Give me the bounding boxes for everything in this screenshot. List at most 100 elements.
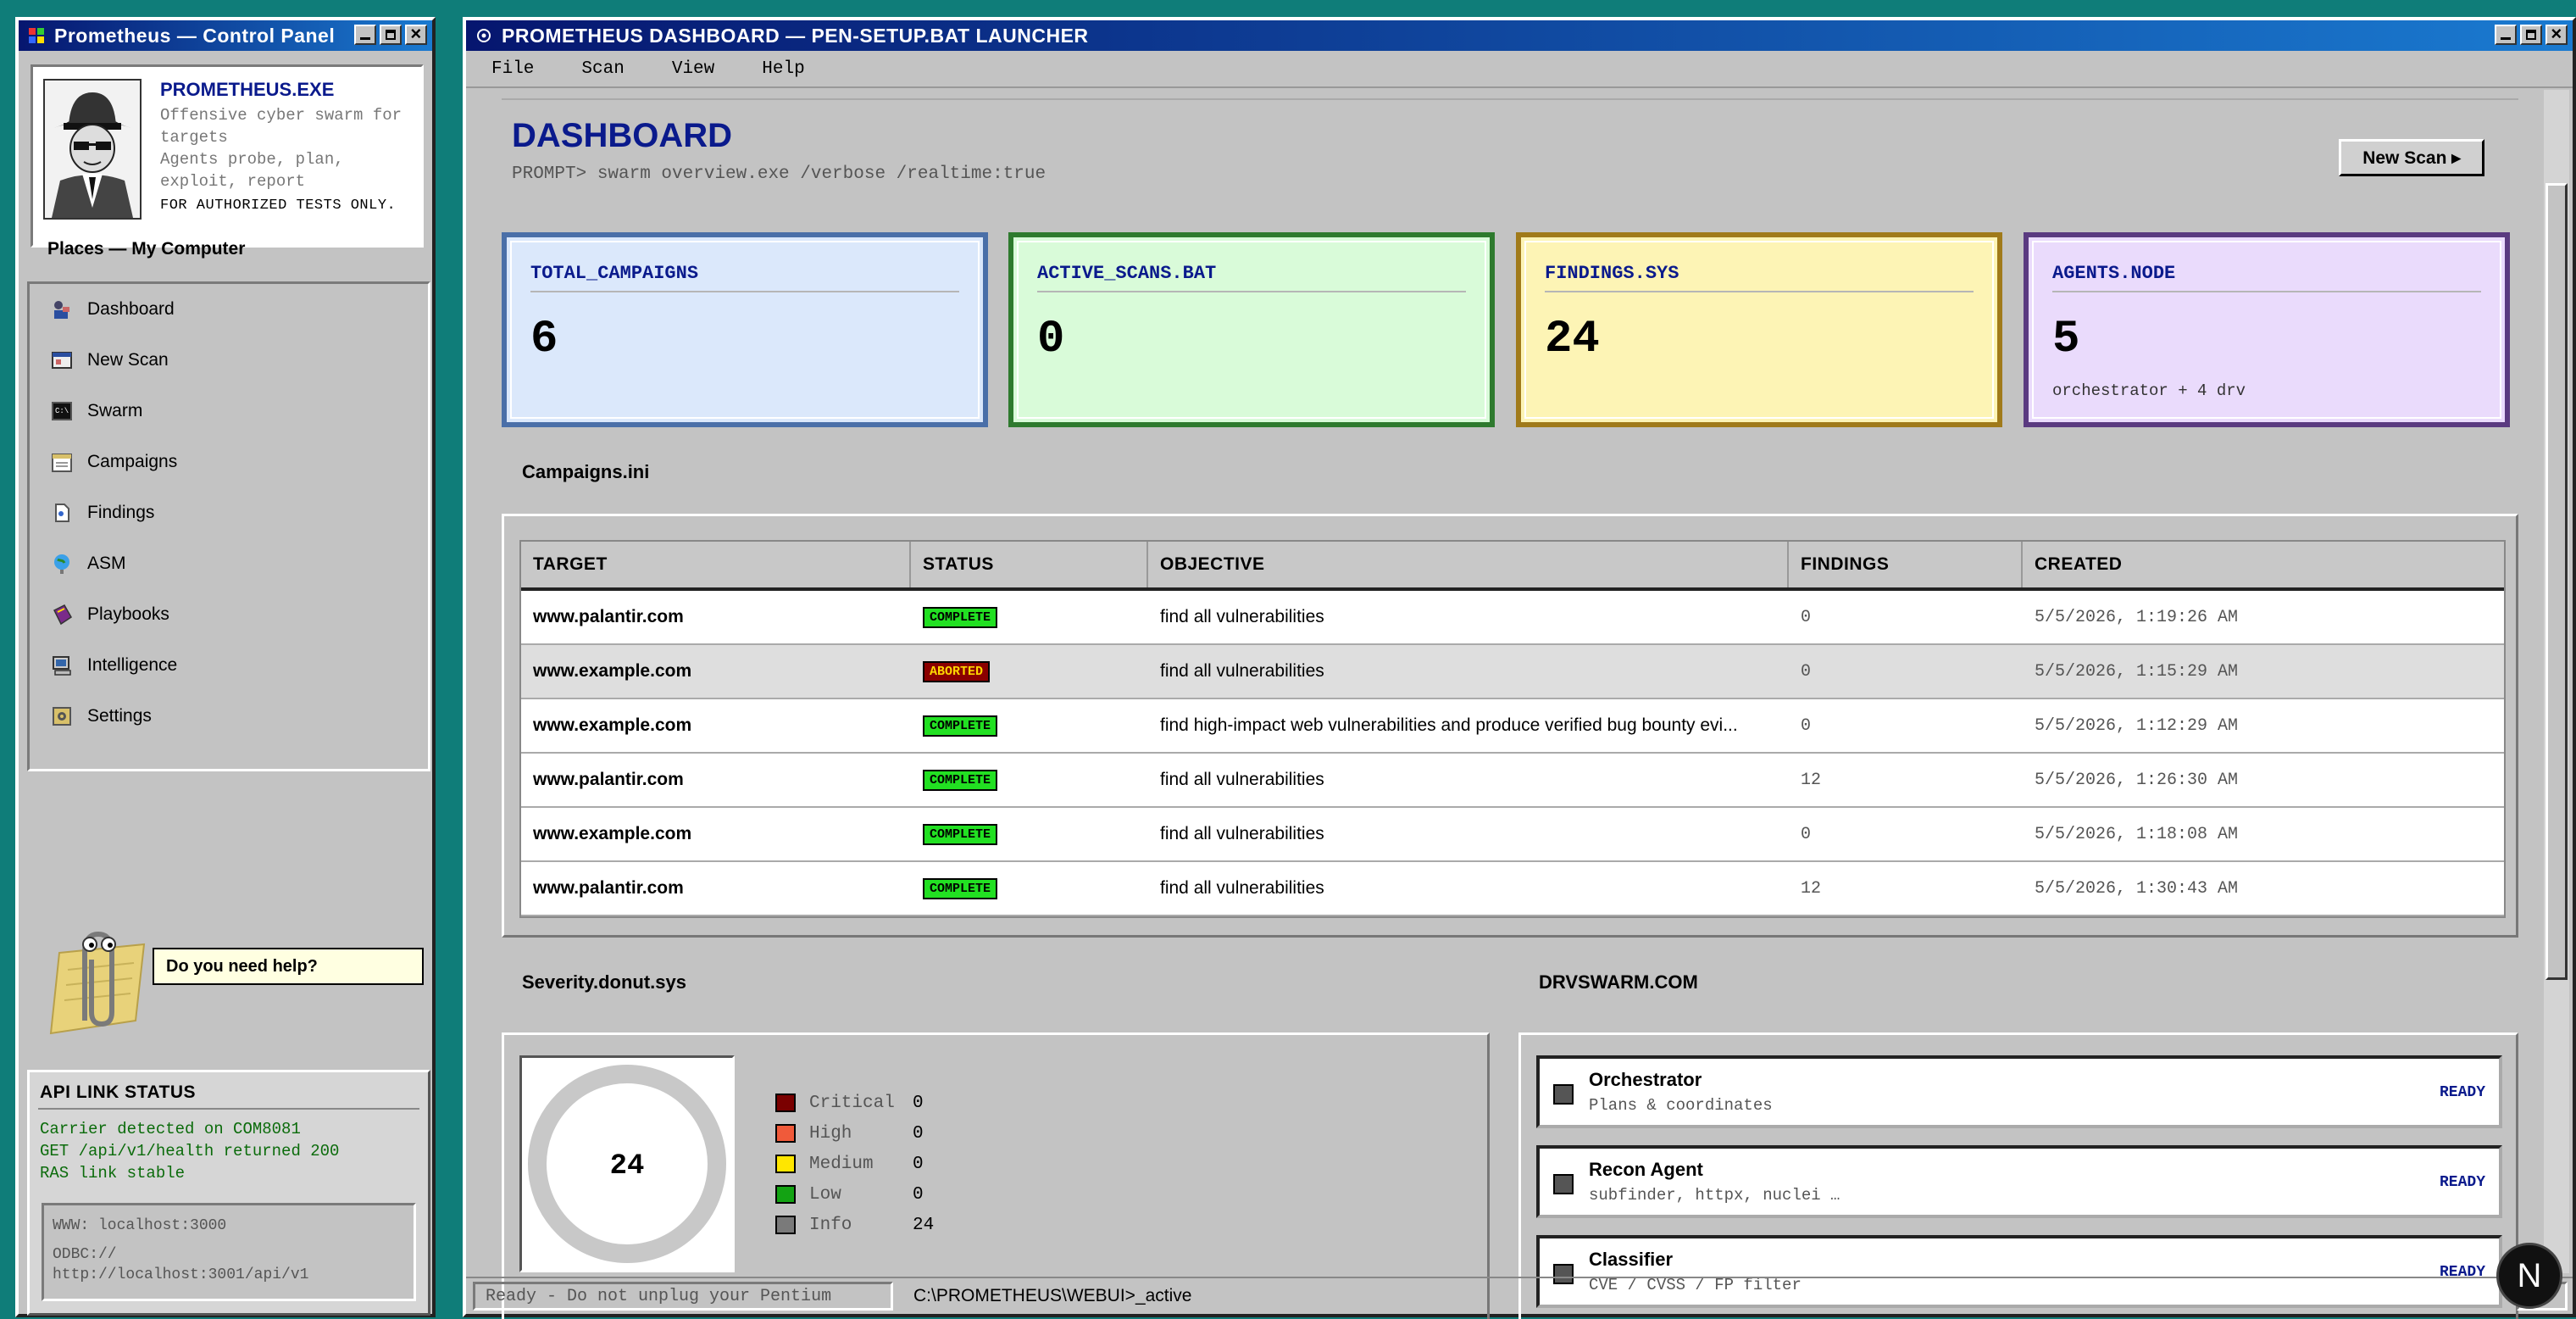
status-badge: COMPLETE	[923, 823, 998, 845]
agent-description: Plans & coordinates	[1589, 1096, 1773, 1115]
www-endpoint: WWW: localhost:3000	[53, 1217, 227, 1234]
cell-status: COMPLETE	[911, 699, 1148, 752]
dashboard-content: DASHBOARD PROMPT> swarm overview.exe /ve…	[469, 90, 2539, 1319]
nav-label: Swarm	[87, 401, 143, 420]
table-row[interactable]: www.example.com COMPLETE find high-impact …	[521, 699, 2504, 754]
app-name: PROMETHEUS.EXE	[160, 79, 335, 100]
odbc-endpoint-label: ODBC://	[53, 1246, 117, 1263]
table-body: www.palantir.com COMPLETE find all vulnera…	[521, 591, 2504, 916]
legend-item: High 0	[775, 1118, 934, 1149]
legend-value: 0	[913, 1123, 924, 1144]
column-header-target[interactable]: TARGET	[521, 542, 911, 587]
cell-created: 5/5/2026, 1:26:30 AM	[2035, 770, 2239, 790]
cell-findings: 0	[1801, 607, 1812, 627]
status-bar: Ready - Do not unplug your Pentium C:\PR…	[466, 1277, 2573, 1314]
paperclip-assistant[interactable]	[34, 919, 153, 1046]
donut-svg: 24	[528, 1065, 726, 1263]
nav-item-playbooks[interactable]: Playbooks	[50, 598, 169, 632]
nav-item-new-scan[interactable]: New Scan	[50, 343, 169, 377]
cell-status: COMPLETE	[911, 808, 1148, 860]
campaigns-panel: TARGET STATUS OBJECTIVE FINDINGS CREATED…	[502, 514, 2518, 938]
cell-target: www.palantir.com	[533, 770, 684, 789]
column-header-status[interactable]: STATUS	[911, 542, 1148, 587]
column-header-created[interactable]: CREATED	[2023, 542, 2504, 587]
vertical-scrollbar[interactable]	[2544, 90, 2569, 1273]
table-row[interactable]: www.example.com COMPLETE find all vulnerab…	[521, 808, 2504, 862]
stat-card-total-campaigns: TOTAL_CAMPAIGNS 6	[502, 232, 988, 427]
column-header-objective[interactable]: OBJECTIVE	[1148, 542, 1789, 587]
scrollbar-thumb[interactable]	[2545, 183, 2568, 980]
cell-objective: find all vulnerabilities	[1160, 770, 1324, 789]
donut-total: 24	[610, 1150, 645, 1183]
corner-n-badge[interactable]: N	[2496, 1243, 2562, 1309]
control-panel-titlebar[interactable]: Prometheus — Control Panel	[19, 20, 432, 51]
nav-item-findings[interactable]: Findings	[50, 496, 154, 530]
legend-label: Low	[809, 1184, 841, 1205]
maximize-button[interactable]	[380, 25, 402, 45]
cell-created: 5/5/2026, 1:19:26 AM	[2035, 607, 2239, 627]
cell-created: 5/5/2026, 1:12:29 AM	[2035, 715, 2239, 736]
close-button[interactable]	[405, 23, 427, 45]
stat-value: 6	[530, 314, 558, 365]
table-row[interactable]: www.example.com ABORTED find all vulnerabi…	[521, 645, 2504, 699]
nav-item-settings[interactable]: Settings	[50, 699, 152, 733]
agent-name: Recon Agent	[1589, 1159, 1703, 1180]
svg-text:C:\: C:\	[55, 407, 69, 415]
dashboard-title: PROMETHEUS DASHBOARD — PEN-SETUP.BAT LAU…	[502, 24, 1089, 47]
authorized-warning: FOR AUTHORIZED TESTS ONLY.	[160, 198, 397, 214]
nav-item-swarm[interactable]: C:\ Swarm	[50, 394, 142, 428]
maximize-button[interactable]	[2520, 25, 2542, 45]
stat-label: TOTAL_CAMPAIGNS	[530, 263, 959, 292]
minimize-button[interactable]	[2495, 25, 2517, 45]
table-row[interactable]: www.palantir.com COMPLETE find all vulnera…	[521, 862, 2504, 916]
cell-findings: 0	[1801, 715, 1812, 736]
cell-status: COMPLETE	[911, 591, 1148, 643]
api-status-line: Carrier detected on COM8081	[40, 1120, 301, 1138]
campaigns-heading: Campaigns.ini	[522, 461, 650, 482]
nav-item-asm[interactable]: ASM	[50, 547, 126, 581]
legend-swatch	[775, 1155, 796, 1173]
table-row[interactable]: www.palantir.com COMPLETE find all vulnera…	[521, 754, 2504, 808]
nav-item-intelligence[interactable]: Intelligence	[50, 648, 177, 682]
app-icon	[475, 26, 493, 45]
odbc-endpoint-url: http://localhost:3001/api/v1	[53, 1266, 309, 1283]
agent-recon[interactable]: Recon Agent subfinder, httpx, nuclei … R…	[1536, 1145, 2502, 1218]
dashboard-window: PROMETHEUS DASHBOARD — PEN-SETUP.BAT LAU…	[463, 17, 2576, 1319]
menu-view[interactable]: View	[672, 59, 714, 79]
agent-status-light	[1553, 1084, 1574, 1105]
table-row[interactable]: www.palantir.com COMPLETE find all vulnera…	[521, 591, 2504, 645]
legend-swatch	[775, 1216, 796, 1234]
help-bubble[interactable]: Do you need help?	[153, 948, 424, 985]
column-header-findings[interactable]: FINDINGS	[1789, 542, 2023, 587]
legend-item: Info 24	[775, 1210, 934, 1240]
cell-objective: find all vulnerabilities	[1160, 661, 1324, 681]
nav-item-dashboard[interactable]: Dashboard	[50, 292, 175, 326]
computer-icon	[50, 654, 74, 677]
menu-help[interactable]: Help	[762, 59, 804, 79]
agent-description: subfinder, httpx, nuclei …	[1589, 1186, 1840, 1205]
stat-value: 24	[1545, 314, 1600, 365]
cell-objective: find all vulnerabilities	[1160, 607, 1324, 626]
cell-findings: 0	[1801, 661, 1812, 682]
legend-item: Critical 0	[775, 1088, 934, 1118]
menu-file[interactable]: File	[491, 59, 534, 79]
legend-swatch	[775, 1124, 796, 1143]
nav-item-campaigns[interactable]: Campaigns	[50, 445, 177, 479]
new-scan-button[interactable]: New Scan ▸	[2339, 139, 2484, 176]
cell-findings: 0	[1801, 824, 1812, 844]
stat-value: 5	[2052, 314, 2080, 365]
agent-orchestrator[interactable]: Orchestrator Plans & coordinates READY	[1536, 1055, 2502, 1128]
minimize-button[interactable]	[354, 25, 376, 45]
nav-label: Intelligence	[87, 655, 178, 675]
stat-value: 0	[1037, 314, 1065, 365]
legend-value: 0	[913, 1184, 924, 1205]
severity-legend: Critical 0 High 0 Medium 0 Low 0 Info 24	[775, 1088, 934, 1240]
menu-scan[interactable]: Scan	[581, 59, 624, 79]
cell-target: www.example.com	[533, 661, 692, 681]
agent-status: READY	[2439, 1174, 2485, 1191]
page-title: DASHBOARD	[512, 117, 732, 154]
dashboard-titlebar[interactable]: PROMETHEUS DASHBOARD — PEN-SETUP.BAT LAU…	[466, 20, 2573, 51]
cell-findings: 12	[1801, 770, 1822, 790]
severity-heading: Severity.donut.sys	[522, 971, 686, 993]
close-button[interactable]	[2545, 23, 2568, 45]
